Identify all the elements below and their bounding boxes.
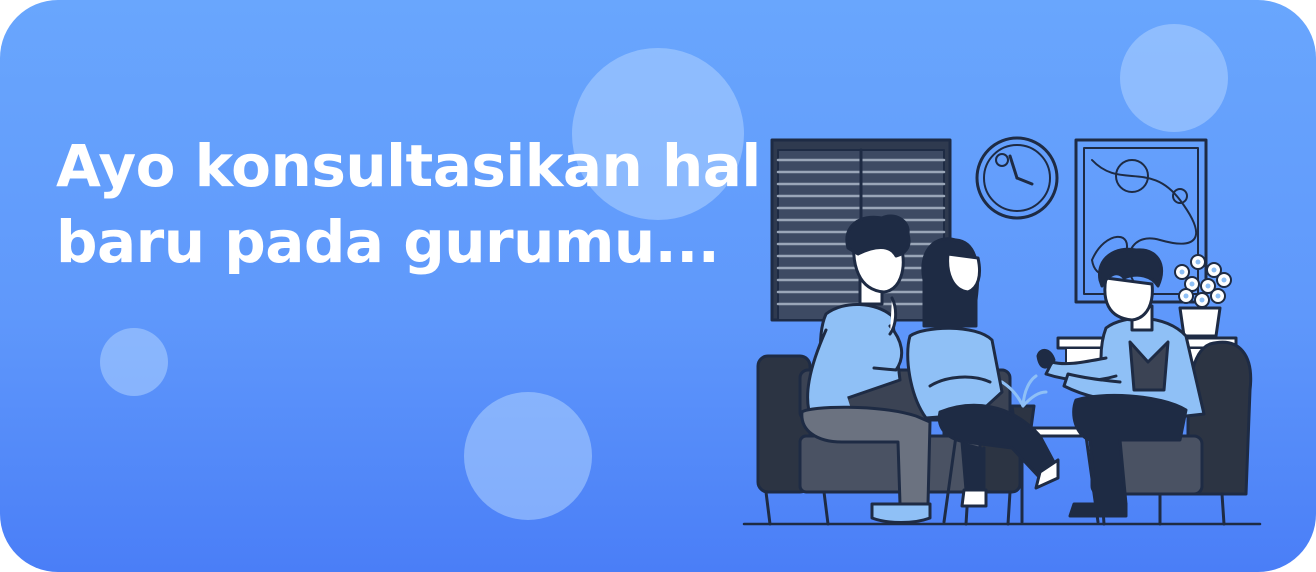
decorative-bubble xyxy=(100,328,168,396)
headline-line-2: baru pada gurumu... xyxy=(56,208,720,276)
banner-headline: Ayo konsultasikan hal baru pada gurumu..… xyxy=(56,128,761,280)
wall-clock-icon xyxy=(975,136,1059,220)
decorative-bubble xyxy=(1120,24,1228,132)
flower-vase-icon xyxy=(1174,254,1232,338)
consultation-banner[interactable]: Ayo konsultasikan hal baru pada gurumu..… xyxy=(0,0,1316,572)
consultation-illustration xyxy=(742,136,1262,526)
decorative-bubble xyxy=(464,392,592,520)
headline-line-1: Ayo konsultasikan hal xyxy=(56,132,761,200)
